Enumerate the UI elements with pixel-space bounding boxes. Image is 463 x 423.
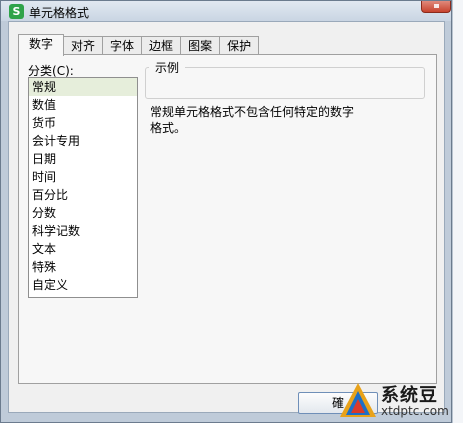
tab-protection[interactable]: 保护 — [219, 36, 260, 56]
category-item-general[interactable]: 常规 — [29, 78, 137, 96]
watermark-url: xtdptc.com — [381, 404, 449, 418]
dialog-title: 单元格格式 — [29, 6, 90, 20]
category-item-text[interactable]: 文本 — [29, 240, 137, 258]
category-item-date[interactable]: 日期 — [29, 150, 137, 168]
description-line-2: 格式。 — [150, 121, 187, 135]
description-line-1: 常规单元格格式不包含任何特定的数字 — [150, 105, 355, 119]
tab-pattern[interactable]: 图案 — [180, 36, 221, 56]
category-item-percentage[interactable]: 百分比 — [29, 186, 137, 204]
tab-number[interactable]: 数字 — [18, 34, 65, 56]
category-item-time[interactable]: 时间 — [29, 168, 137, 186]
category-label-text: 分类 — [28, 64, 53, 78]
category-item-accounting[interactable]: 会计专用 — [29, 132, 137, 150]
tab-border[interactable]: 边框 — [141, 36, 182, 56]
category-shortcut: (C): — [52, 64, 74, 78]
category-item-scientific[interactable]: 科学记数 — [29, 222, 137, 240]
category-item-custom[interactable]: 自定义 — [29, 276, 137, 294]
title-bar[interactable]: S 单元格格式 — [1, 1, 451, 21]
dialog-client-area: 数字 对齐 字体 边框 图案 保护 分类(C): 常规 数值 货币 会计专用 日… — [8, 21, 445, 414]
wps-app-icon: S — [9, 4, 24, 19]
category-item-fraction[interactable]: 分数 — [29, 204, 137, 222]
tab-strip: 数字 对齐 字体 边框 图案 保护 — [18, 34, 260, 56]
close-button[interactable] — [421, 1, 451, 13]
number-tab-panel: 分类(C): 常规 数值 货币 会计专用 日期 时间 百分比 分数 科学记数 文… — [18, 54, 437, 384]
site-watermark: 系统豆 xtdptc.com — [336, 379, 463, 423]
category-item-special[interactable]: 特殊 — [29, 258, 137, 276]
watermark-logo-icon — [340, 383, 376, 417]
background-window-edge — [452, 0, 463, 423]
category-item-currency[interactable]: 货币 — [29, 114, 137, 132]
sample-label: 示例 — [149, 59, 186, 76]
format-description: 常规单元格格式不包含任何特定的数字 格式。 — [150, 104, 375, 136]
sample-groupbox — [145, 67, 425, 99]
category-list[interactable]: 常规 数值 货币 会计专用 日期 时间 百分比 分数 科学记数 文本 特殊 自定… — [28, 77, 138, 298]
format-cells-dialog: S 单元格格式 数字 对齐 字体 边框 图案 保护 分类(C): 常规 数值 货… — [0, 0, 452, 423]
tab-alignment[interactable]: 对齐 — [63, 36, 104, 56]
tab-font[interactable]: 字体 — [102, 36, 143, 56]
category-item-number[interactable]: 数值 — [29, 96, 137, 114]
